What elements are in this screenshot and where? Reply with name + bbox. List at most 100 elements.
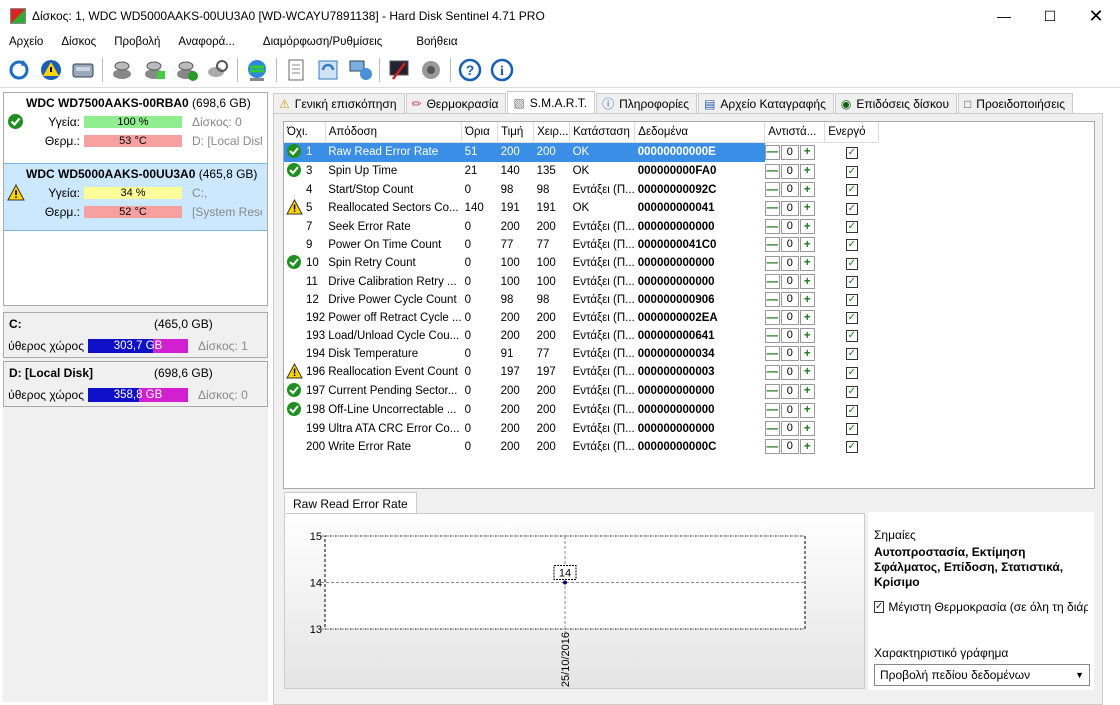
decrement-button[interactable]: — bbox=[764, 144, 780, 160]
offset-value[interactable]: 0 bbox=[780, 200, 799, 216]
offset-value[interactable]: 0 bbox=[780, 163, 799, 179]
enabled-checkbox[interactable]: ✓ bbox=[845, 221, 858, 233]
offset-value[interactable]: 0 bbox=[780, 328, 799, 343]
increment-button[interactable]: + bbox=[799, 383, 815, 399]
disk-search-icon[interactable] bbox=[205, 57, 231, 83]
offset-value[interactable]: 0 bbox=[780, 255, 799, 271]
increment-button[interactable]: + bbox=[799, 402, 815, 418]
increment-button[interactable]: + bbox=[799, 439, 815, 454]
increment-button[interactable]: + bbox=[799, 163, 815, 179]
enabled-checkbox[interactable]: ✓ bbox=[845, 366, 858, 379]
col-attribute[interactable]: Απόδοση bbox=[325, 122, 463, 143]
enabled-checkbox[interactable]: ✓ bbox=[845, 146, 858, 159]
info-icon[interactable]: i bbox=[489, 57, 515, 83]
offset-value[interactable]: 0 bbox=[780, 346, 799, 361]
offset-value[interactable]: 0 bbox=[780, 310, 799, 325]
table-row[interactable]: 200 Write Error Rate 0 200 200 Εντάξει (… bbox=[284, 437, 879, 456]
offset-value[interactable]: 0 bbox=[780, 421, 799, 436]
chart-tab[interactable]: Raw Read Error Rate bbox=[284, 492, 417, 514]
enabled-checkbox[interactable]: ✓ bbox=[845, 348, 858, 360]
increment-button[interactable]: + bbox=[799, 310, 815, 325]
table-row[interactable]: 9 Power On Time Count 0 77 77 Εντάξει (Π… bbox=[284, 235, 879, 254]
table-row[interactable]: 199 Ultra ATA CRC Error Co... 0 200 200 … bbox=[284, 419, 879, 438]
offset-value[interactable]: 0 bbox=[780, 144, 799, 160]
table-row[interactable]: 3 Spin Up Time 21 140 135 OK 000000000FA… bbox=[284, 161, 879, 181]
col-status[interactable]: Κατάσταση bbox=[569, 122, 636, 143]
max-temperature-checkbox[interactable]: ✓ bbox=[874, 601, 885, 613]
report-icon[interactable] bbox=[283, 57, 309, 83]
decrement-button[interactable]: — bbox=[764, 439, 780, 454]
enabled-checkbox[interactable]: ✓ bbox=[845, 330, 858, 342]
increment-button[interactable]: + bbox=[799, 274, 815, 289]
tab-overview[interactable]: ⚠ Γενική επισκόπηση bbox=[273, 93, 405, 113]
enabled-checkbox[interactable]: ✓ bbox=[845, 385, 858, 398]
decrement-button[interactable]: — bbox=[764, 383, 780, 399]
volume-item-c[interactable]: C: (465,0 GB) ύθερος χώρος 303,7 GB Δίσκο… bbox=[3, 312, 268, 358]
tab-information[interactable]: ⓘ Πληροφορίες bbox=[596, 93, 698, 113]
decrement-button[interactable]: — bbox=[764, 402, 780, 418]
decrement-button[interactable]: — bbox=[764, 200, 780, 216]
offset-value[interactable]: 0 bbox=[780, 439, 799, 454]
offset-value[interactable]: 0 bbox=[780, 274, 799, 289]
tab-alerts[interactable]: □ Προειδοποιήσεις bbox=[958, 93, 1073, 113]
enabled-checkbox[interactable]: ✓ bbox=[845, 423, 858, 435]
table-row[interactable]: 192 Power off Retract Cycle ... 0 200 20… bbox=[284, 308, 879, 327]
col-data[interactable]: Δεδομένα bbox=[634, 122, 766, 143]
menu-disk[interactable]: Δίσκος bbox=[52, 36, 105, 48]
offset-value[interactable]: 0 bbox=[780, 402, 799, 418]
increment-button[interactable]: + bbox=[799, 346, 815, 361]
close-button[interactable]: ✕ bbox=[1073, 0, 1119, 32]
table-row[interactable]: 10 Spin Retry Count 0 100 100 Εντάξει (Π… bbox=[284, 253, 879, 273]
col-enabled[interactable]: Ενεργό bbox=[824, 122, 880, 143]
enabled-checkbox[interactable]: ✓ bbox=[845, 276, 858, 288]
offset-value[interactable]: 0 bbox=[780, 364, 799, 380]
menu-configuration[interactable]: Διαμόρφωση/Ρυθμίσεις bbox=[254, 36, 391, 48]
maximize-button[interactable]: ☐ bbox=[1027, 0, 1073, 32]
offset-value[interactable]: 0 bbox=[780, 182, 799, 197]
menu-file[interactable]: Αρχείο bbox=[0, 36, 52, 48]
table-row[interactable]: 11 Drive Calibration Retry ... 0 100 100… bbox=[284, 272, 879, 291]
max-temperature-option[interactable]: ✓ Μέγιστη Θερμοκρασία (σε όλη τη διάρκει… bbox=[874, 600, 1088, 614]
enabled-checkbox[interactable]: ✓ bbox=[845, 165, 858, 178]
decrement-button[interactable]: — bbox=[764, 364, 780, 380]
disk-ok-icon[interactable] bbox=[173, 57, 199, 83]
decrement-button[interactable]: — bbox=[764, 237, 780, 252]
table-row[interactable]: 5 Reallocated Sectors Co... 140 191 191 … bbox=[284, 198, 879, 218]
tab-performance[interactable]: ◉ Επιδόσεις δίσκου bbox=[834, 93, 958, 113]
network-icon[interactable] bbox=[347, 57, 373, 83]
enabled-checkbox[interactable]: ✓ bbox=[845, 294, 858, 306]
table-row[interactable]: 196 Reallocation Event Count 0 197 197 Ε… bbox=[284, 362, 879, 382]
decrement-button[interactable]: — bbox=[764, 182, 780, 197]
decrement-button[interactable]: — bbox=[764, 292, 780, 307]
refresh-icon[interactable] bbox=[6, 57, 32, 83]
sound-icon[interactable] bbox=[418, 57, 444, 83]
decrement-button[interactable]: — bbox=[764, 219, 780, 234]
tab-log[interactable]: ▤ Αρχείο Καταγραφής bbox=[698, 93, 834, 113]
menu-help[interactable]: Βοήθεια bbox=[407, 36, 466, 48]
increment-button[interactable]: + bbox=[799, 364, 815, 380]
offset-value[interactable]: 0 bbox=[780, 383, 799, 399]
volume-item-d[interactable]: D: [Local Disk] (698,6 GB) ύθερος χώρος 3… bbox=[3, 361, 268, 407]
help-icon[interactable]: ? bbox=[457, 57, 483, 83]
disk-test-icon[interactable] bbox=[141, 57, 167, 83]
decrement-button[interactable]: — bbox=[764, 346, 780, 361]
menu-report[interactable]: Αναφορά... bbox=[169, 36, 244, 48]
minimize-button[interactable]: — bbox=[981, 0, 1027, 32]
decrement-button[interactable]: — bbox=[764, 328, 780, 343]
update-icon[interactable] bbox=[315, 57, 341, 83]
enabled-checkbox[interactable]: ✓ bbox=[845, 441, 858, 453]
disk-scan-icon[interactable] bbox=[109, 57, 135, 83]
increment-button[interactable]: + bbox=[799, 219, 815, 234]
disk-item-0[interactable]: WDC WD7500AAKS-00RBA0 (698,6 GB) Υγεία: … bbox=[4, 93, 267, 163]
increment-button[interactable]: + bbox=[799, 292, 815, 307]
col-offset[interactable]: Αντιστά... bbox=[764, 122, 826, 143]
settings-icon[interactable] bbox=[386, 57, 412, 83]
table-row[interactable]: 12 Drive Power Cycle Count 0 98 98 Εντάξ… bbox=[284, 290, 879, 309]
offset-value[interactable]: 0 bbox=[780, 237, 799, 252]
enabled-checkbox[interactable]: ✓ bbox=[845, 404, 858, 417]
col-worst[interactable]: Χειρ... bbox=[533, 122, 571, 143]
decrement-button[interactable]: — bbox=[764, 421, 780, 436]
disk-item-1[interactable]: WDC WD5000AAKS-00UU3A0 (465,8 GB) Υγεία:… bbox=[4, 163, 267, 231]
table-row[interactable]: 1 Raw Read Error Rate 51 200 200 OK 0000… bbox=[284, 142, 879, 162]
decrement-button[interactable]: — bbox=[764, 310, 780, 325]
